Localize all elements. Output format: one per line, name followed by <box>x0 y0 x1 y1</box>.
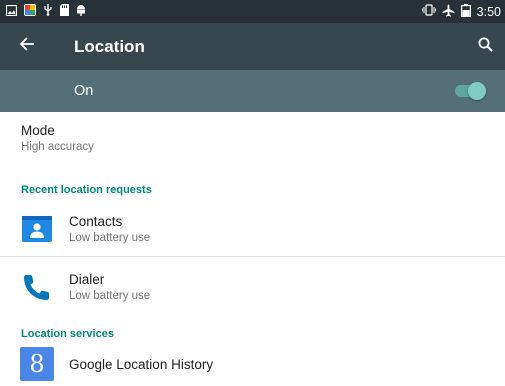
app-detail: Low battery use <box>69 289 151 302</box>
app-name: Contacts <box>69 213 123 229</box>
app-name: Dialer <box>69 271 105 287</box>
location-services-header: Location services <box>21 328 114 340</box>
vibrate-icon <box>421 4 436 19</box>
back-button[interactable] <box>4 23 50 70</box>
location-toggle-switch[interactable] <box>453 81 487 101</box>
contacts-icon <box>20 212 54 246</box>
recent-request-contacts[interactable]: Contacts Low battery use <box>0 207 505 251</box>
mode-setting[interactable]: Mode High accuracy <box>0 122 505 162</box>
status-bar: 3:50 <box>0 0 505 23</box>
image-notification-icon <box>5 3 18 21</box>
google-settings-glyph: 8 <box>20 347 54 381</box>
status-bar-notifications <box>0 3 86 21</box>
usb-icon <box>43 3 53 21</box>
airplane-mode-icon <box>442 4 455 20</box>
google-settings-icon: 8 <box>20 347 54 381</box>
location-master-switch-bar[interactable]: On <box>0 70 505 112</box>
status-bar-system: 3:50 <box>421 3 505 20</box>
switch-label: On <box>74 83 94 99</box>
page-title: Location <box>74 36 145 56</box>
dialer-text: Dialer Low battery use <box>69 271 150 304</box>
mode-value: High accuracy <box>21 141 94 153</box>
battery-icon <box>460 3 471 20</box>
app-detail: Low battery use <box>69 231 151 244</box>
search-icon <box>478 37 493 57</box>
arrow-back-icon <box>19 36 35 57</box>
recent-request-dialer[interactable]: Dialer Low battery use <box>0 265 505 309</box>
photos-notification-icon <box>24 3 36 21</box>
mode-title: Mode <box>21 123 55 138</box>
app-bar: Location <box>0 23 505 70</box>
service-google-location-history[interactable]: 8 Google Location History <box>0 342 505 386</box>
list-divider <box>0 256 505 257</box>
google-location-history-text: Google Location History <box>69 356 213 373</box>
switch-thumb <box>468 82 486 100</box>
dialer-icon <box>20 270 54 304</box>
recent-requests-header: Recent location requests <box>21 184 152 196</box>
search-button[interactable] <box>465 23 505 70</box>
sd-card-icon <box>60 3 69 21</box>
status-time: 3:50 <box>476 4 501 19</box>
contacts-text: Contacts Low battery use <box>69 213 150 246</box>
android-debug-icon <box>76 3 86 21</box>
service-name: Google Location History <box>69 356 214 372</box>
